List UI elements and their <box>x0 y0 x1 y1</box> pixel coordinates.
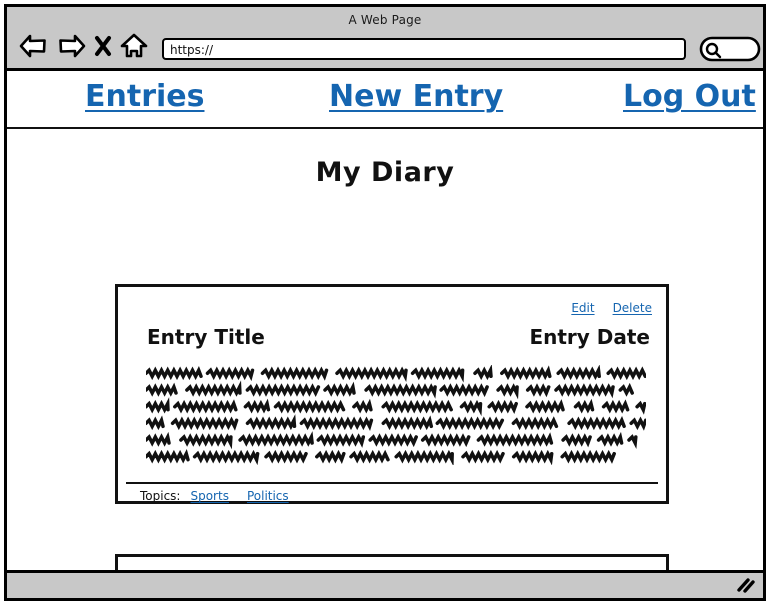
browser-window: A Web Page https:// Entries New Entry Lo… <box>4 4 766 601</box>
topics-label: Topics: <box>140 489 181 503</box>
topic-link-sports[interactable]: Sports <box>190 489 228 503</box>
site-navbar: Entries New Entry Log Out <box>7 71 763 129</box>
browser-nav-icons <box>19 33 148 59</box>
app-root: A Web Page https:// Entries New Entry Lo… <box>0 0 770 605</box>
forward-arrow-icon[interactable] <box>56 33 86 59</box>
back-arrow-icon[interactable] <box>19 33 49 59</box>
close-x-icon[interactable] <box>93 33 113 59</box>
resize-grip-icon[interactable] <box>735 577 757 599</box>
page-viewport: Entries New Entry Log Out My Diary Edit … <box>7 71 763 576</box>
entry-actions: Edit Delete <box>571 301 652 315</box>
nav-link-entries[interactable]: Entries <box>85 79 204 114</box>
home-icon[interactable] <box>120 33 148 59</box>
entry-body-placeholder-text <box>144 364 648 467</box>
entry-date: Entry Date <box>529 325 650 349</box>
entry-card[interactable]: Edit Delete Entry Title Entry Date Topic… <box>115 284 669 504</box>
nav-link-new-entry[interactable]: New Entry <box>329 79 503 114</box>
entry-header: Entry Title Entry Date <box>118 325 666 355</box>
address-bar-input[interactable] <box>162 38 686 60</box>
browser-chrome-bar: A Web Page <box>7 7 763 71</box>
delete-link[interactable]: Delete <box>613 301 652 315</box>
nav-link-log-out[interactable]: Log Out <box>623 79 756 114</box>
page-title: My Diary <box>315 157 455 188</box>
topics-divider <box>126 482 658 484</box>
edit-link[interactable]: Edit <box>571 301 594 315</box>
window-title: A Web Page <box>348 13 422 27</box>
topic-link-politics[interactable]: Politics <box>247 489 289 503</box>
entry-title: Entry Title <box>147 325 265 349</box>
status-bar <box>7 570 763 598</box>
search-box[interactable] <box>699 36 761 62</box>
topics-row: Topics: Sports Politics <box>140 489 297 503</box>
